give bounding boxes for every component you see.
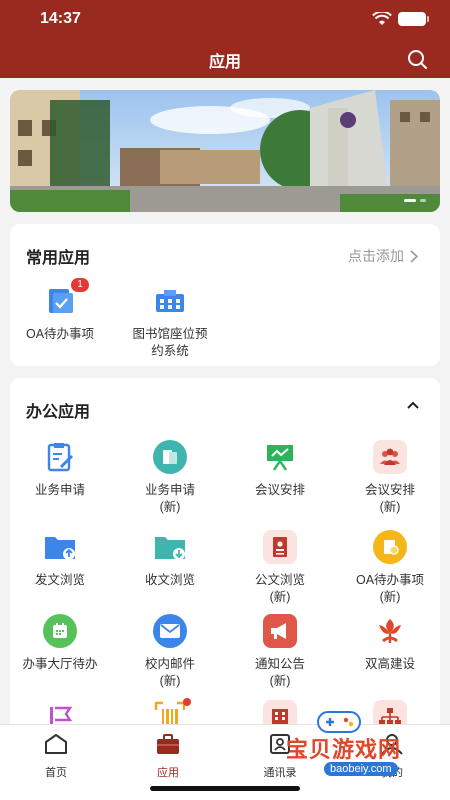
app-label: 办事大厅待办 [22,657,98,671]
status-bar: 14:37 [0,0,450,38]
flower-icon [379,619,401,643]
edit-doc-icon [47,443,74,472]
office-apps-title: 办公应用 [26,404,91,421]
app-label: 双高建设 [364,657,415,671]
folder-download-icon [155,537,185,560]
app-label: OA待办事项 [25,327,95,341]
search-icon[interactable] [406,48,428,70]
megaphone-icon [271,623,286,639]
presentation-icon [267,445,293,471]
add-app-link[interactable]: 点击添加 [348,246,418,266]
app-label: 校内邮件 (新) [144,657,195,688]
folder-upload-icon [45,537,75,560]
app-oa-todo-new[interactable]: OA待办事项 (新) [340,530,440,606]
briefcase-icon [157,734,179,754]
carousel-indicator [404,199,426,202]
app-meeting[interactable]: 会议安排 [230,440,330,499]
app-official-docs-new[interactable]: 公文浏览 (新) [230,530,330,606]
campus-photo [10,90,440,212]
notification-dot [183,698,191,706]
app-double-high[interactable]: 双高建设 [340,614,440,673]
todo-badge: 1 [71,278,89,292]
app-label: 通知公告 (新) [254,657,305,688]
app-incoming-docs[interactable]: 收文浏览 [120,530,220,589]
app-outgoing-docs[interactable]: 发文浏览 [10,530,110,589]
app-label: 业务申请 [34,483,85,497]
top-bar: 14:37 应用 [0,0,450,78]
add-app-label: 点击添加 [348,248,404,264]
library-seat-icon [156,290,184,312]
common-apps-title: 常用应用 [26,250,91,267]
tab-label: 应用 [157,767,179,779]
document-icon [273,537,287,557]
page-title: 应用 [208,54,241,71]
app-library-seat[interactable]: 图书馆座位预 约系统 [120,284,220,360]
mail-icon [160,624,180,638]
app-oa-todo[interactable]: 1 OA待办事项 [10,278,110,343]
banner-carousel[interactable] [10,90,440,212]
app-label: 收文浏览 [144,573,195,587]
office-apps-card: 办公应用 业务申请 业务申请 (新) 会议安排 会议安排 (新) 发文浏览 收文… [10,378,440,738]
book-icon [163,450,177,464]
app-business-apply[interactable]: 业务申请 [10,440,110,499]
app-campus-mail-new[interactable]: 校内邮件 (新) [120,614,220,690]
app-label: 会议安排 [254,483,305,497]
app-notice-new[interactable]: 通知公告 (新) [230,614,330,690]
app-label: 图书馆座位预 约系统 [132,327,208,358]
app-meeting-new[interactable]: 会议安排 (新) [340,440,440,516]
app-label: 发文浏览 [34,573,85,587]
watermark-text: 宝贝游戏网 [286,737,402,762]
app-label: 公文浏览 (新) [254,573,305,604]
app-label: 会议安排 (新) [364,483,415,514]
people-icon [380,448,400,465]
wifi-icon [372,12,392,25]
home-icon [45,734,67,754]
chevron-right-icon [410,249,418,263]
tab-apps[interactable]: 应用 [128,733,208,780]
watermark: 宝贝游戏网 baobeiy.com [286,706,436,776]
home-indicator [150,786,300,791]
common-apps-card: 常用应用 点击添加 1 OA待办事项 图书馆座位预 约系统 [10,224,440,366]
battery-icon [398,12,429,26]
chevron-up-icon[interactable] [406,400,420,410]
status-time: 14:37 [40,10,81,27]
tab-label: 首页 [45,767,67,779]
app-label: 业务申请 (新) [144,483,195,514]
app-service-hall-todo[interactable]: 办事大厅待办 [10,614,110,673]
oa-todo-new-icon [384,540,399,555]
app-label: OA待办事项 (新) [355,573,425,604]
app-business-apply-new[interactable]: 业务申请 (新) [120,440,220,516]
calendar-icon [53,623,67,638]
tab-home[interactable]: 首页 [16,733,96,780]
watermark-url: baobeiy.com [324,762,398,776]
oa-todo-icon [49,289,73,313]
